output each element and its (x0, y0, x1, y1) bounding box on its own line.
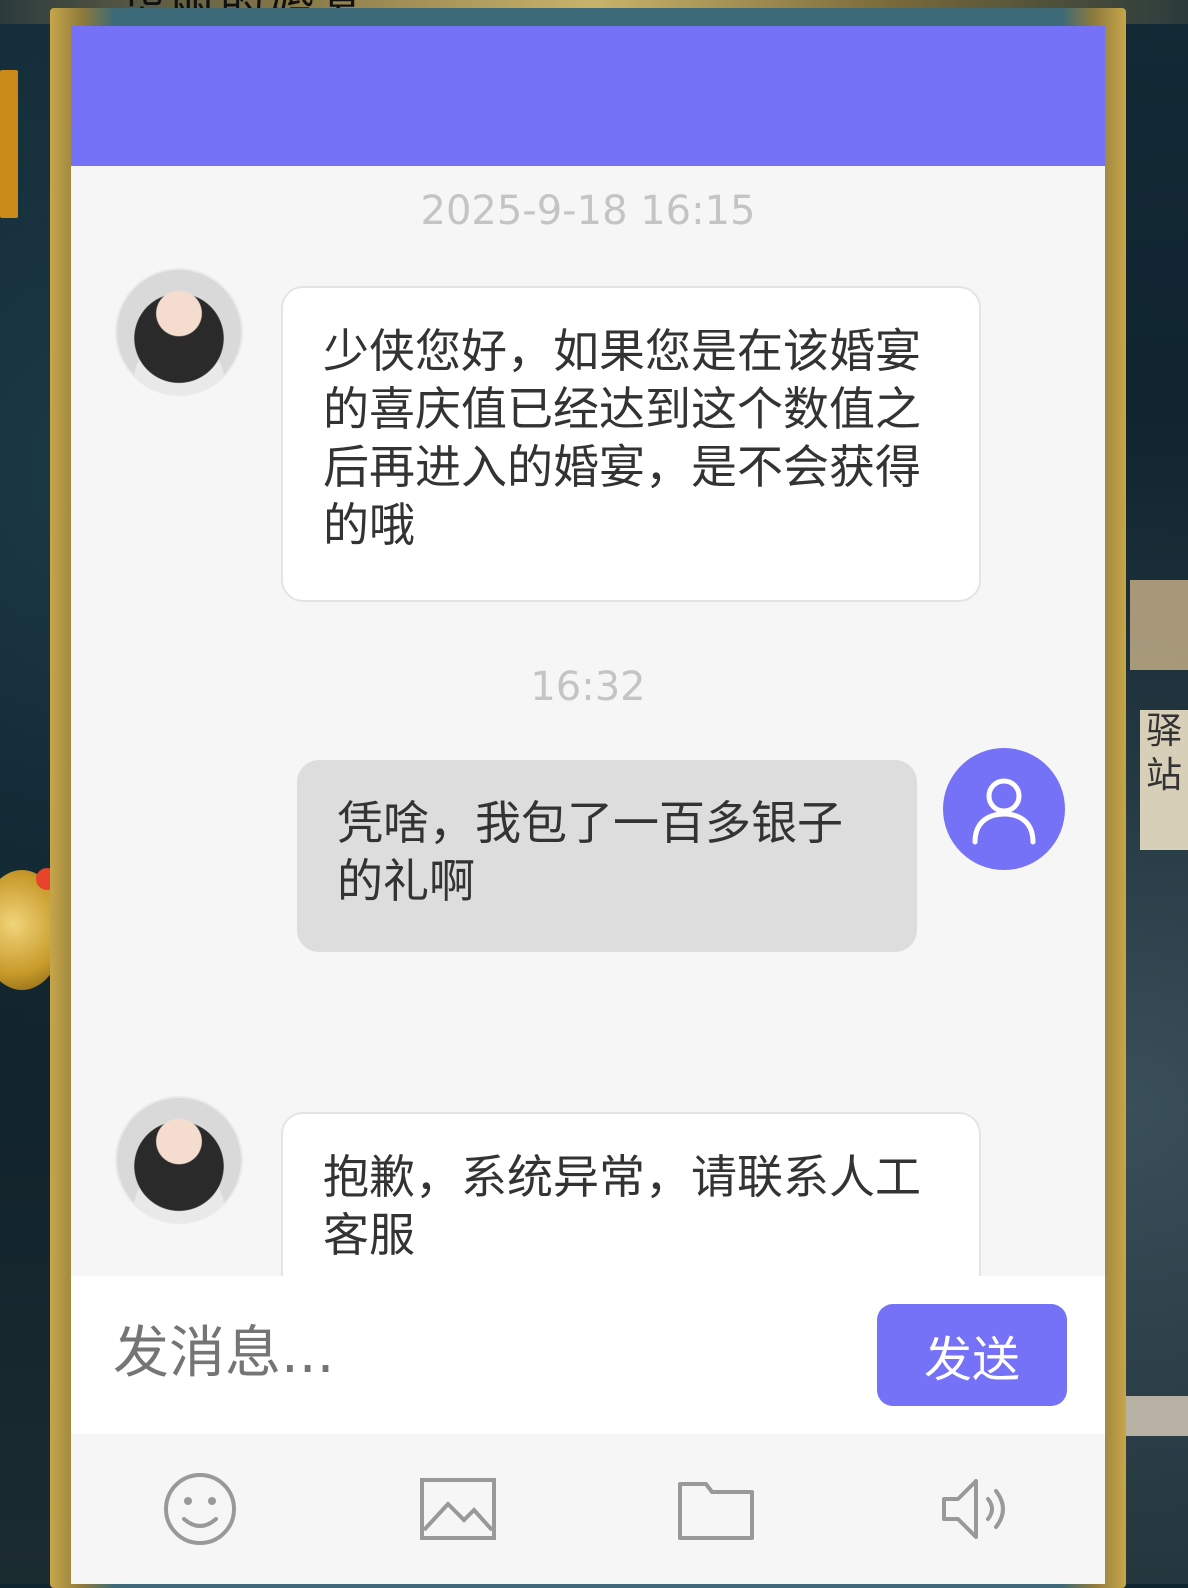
timestamp: 16:32 (530, 664, 646, 710)
send-button[interactable]: 发送 (877, 1304, 1067, 1406)
user-message-bubble: 凭啥，我包了一百多银子的礼啊 (297, 760, 917, 952)
folder-icon[interactable] (671, 1464, 761, 1554)
emoji-icon[interactable] (155, 1464, 245, 1554)
speaker-icon[interactable] (931, 1464, 1021, 1554)
left-side-strip (0, 70, 18, 218)
station-sign: 驿站 (1140, 710, 1188, 850)
right-label-decoration (1126, 1396, 1188, 1436)
right-decoration (1130, 580, 1188, 670)
composer-toolbar (71, 1434, 1105, 1584)
message-text: 凭啥，我包了一百多银子的礼啊 (337, 796, 843, 908)
message-input[interactable] (111, 1312, 855, 1394)
message-text: 抱歉，系统异常，请联系人工客服 (323, 1150, 921, 1262)
user-avatar (943, 748, 1065, 870)
chat-header (71, 26, 1105, 166)
message-text: 少侠您好，如果您是在该婚宴的喜庆值已经达到这个数值之后再进入的婚宴，是不会获得的… (323, 324, 921, 552)
agent-message-bubble: 少侠您好，如果您是在该婚宴的喜庆值已经达到这个数值之后再进入的婚宴，是不会获得的… (281, 286, 981, 602)
agent-avatar (115, 268, 243, 396)
image-icon[interactable] (413, 1464, 503, 1554)
composer-bar: 发送 (71, 1276, 1105, 1434)
timestamp: 2025-9-18 16:15 (420, 188, 756, 234)
chat-panel: 2025-9-18 16:15 少侠您好，如果您是在该婚宴的喜庆值已经达到这个数… (71, 26, 1105, 1584)
agent-avatar (115, 1096, 243, 1224)
person-icon (972, 778, 1036, 845)
